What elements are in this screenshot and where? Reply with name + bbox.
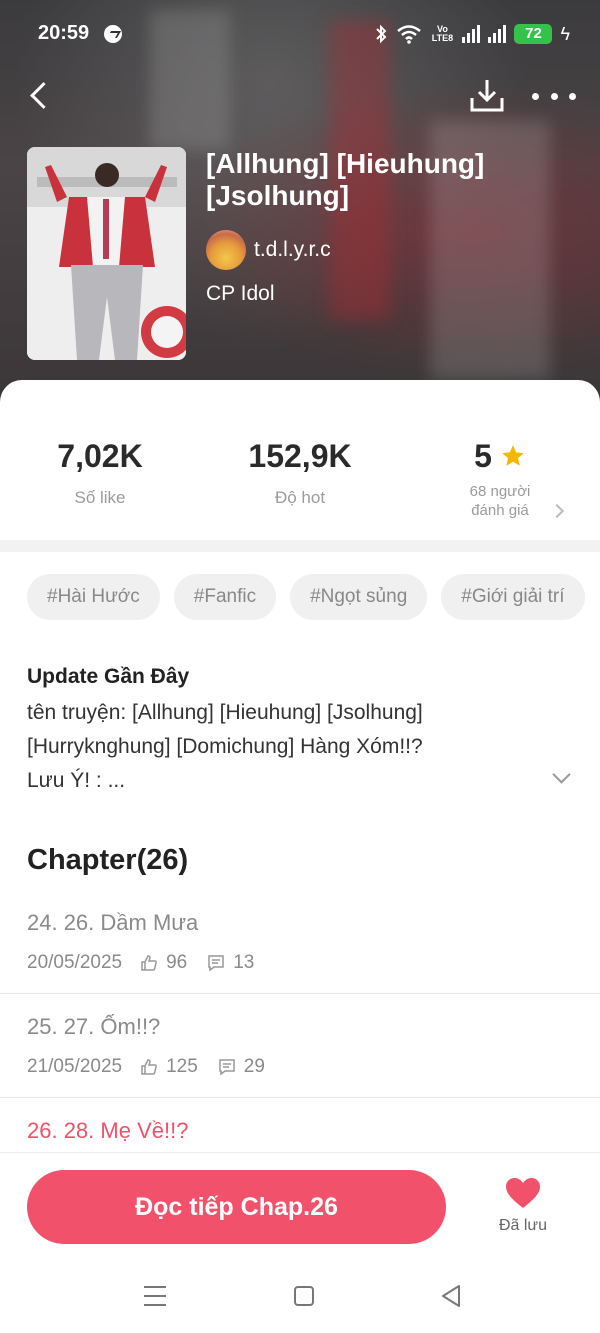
rating-count-line1: 68 người	[469, 483, 531, 500]
chapter-title[interactable]: 26. 28. Mẹ Về!!?	[27, 1118, 188, 1144]
chapter-meta: 21/05/2025 125 29	[27, 1056, 265, 1078]
chapter-comments: 13	[233, 952, 255, 973]
bluetooth-icon	[376, 24, 387, 44]
messenger-icon	[104, 25, 122, 43]
chapter-item[interactable]: 25. 27. Ốm!!? 21/05/2025 125 29	[0, 1014, 600, 1098]
download-icon[interactable]	[468, 76, 506, 116]
stat-likes: 7,02K Số like	[0, 436, 200, 508]
author-name[interactable]: t.d.l.y.r.c	[254, 238, 331, 262]
more-options-button[interactable]	[532, 84, 576, 108]
book-title: [Allhung] [Hieuhung] [Jsolhung] [Hurrykn…	[206, 148, 485, 211]
update-text: tên truyện: [Allhung] [Hieuhung] [Jsolhu…	[27, 696, 577, 798]
hot-value: 152,9K	[248, 438, 352, 474]
rating-value: 5	[474, 438, 492, 474]
star-icon	[502, 445, 524, 466]
heart-icon[interactable]	[505, 1177, 541, 1209]
comment-icon	[219, 1059, 235, 1076]
chapter-meta: 20/05/2025 96 13	[27, 952, 254, 974]
chapter-comments: 29	[243, 1056, 265, 1077]
recent-apps-icon[interactable]	[144, 1286, 166, 1306]
chapter-title[interactable]: 25. 27. Ốm!!?	[27, 1014, 160, 1040]
signal-icon	[462, 25, 481, 43]
update-line: Lưu Ý! : ...	[27, 769, 126, 792]
thumbs-up-icon	[141, 955, 157, 971]
recent-update[interactable]: Update Gần Đây tên truyện: [Allhung] [Hi…	[27, 662, 577, 798]
wifi-icon	[397, 25, 422, 44]
lte-label: Vo LTE8	[431, 24, 454, 43]
row-divider	[0, 993, 600, 994]
signal-icon-2	[488, 25, 507, 43]
bottom-action-bar: Đọc tiếp Chap.26 Đã lưu	[0, 1152, 600, 1272]
row-divider	[0, 1097, 600, 1098]
chapter-likes: 125	[166, 1056, 198, 1077]
book-cover[interactable]	[27, 147, 186, 360]
rating-count-line2: đánh giá	[471, 502, 529, 519]
tag-chip[interactable]: #Hài Hước	[27, 574, 160, 620]
charging-icon: ϟ	[560, 23, 570, 44]
section-divider	[0, 540, 600, 552]
hot-label: Độ hot	[274, 488, 326, 507]
chapter-title[interactable]: 24. 26. Dầm Mưa	[27, 910, 198, 936]
likes-label: Số like	[74, 488, 126, 507]
back-button[interactable]	[24, 78, 60, 114]
update-heading: Update Gần Đây	[27, 665, 190, 688]
saved-label: Đã lưu	[498, 1217, 548, 1234]
status-icons: Vo LTE8 72 ϟ	[374, 20, 570, 48]
stat-rating[interactable]: 5 68 người đánh giá	[400, 436, 600, 520]
stats-row: 7,02K Số like 152,9K Độ hot 5 68 người đ…	[0, 436, 600, 536]
update-line: [Hurryknghung] [Domichung] Hàng Xóm!!?	[27, 735, 423, 758]
status-time: 20:59	[38, 22, 90, 44]
back-triangle-icon[interactable]	[440, 1284, 462, 1308]
system-nav-bar	[0, 1262, 600, 1333]
chapter-likes: 96	[166, 952, 188, 973]
tag-chip[interactable]: #Giới giải trí	[441, 574, 585, 620]
stat-hot: 152,9K Độ hot	[200, 436, 400, 508]
thumbs-up-icon	[141, 1059, 157, 1075]
tag-list: #Hài Hước #Fanfic #Ngọt sủng #Giới giải …	[27, 574, 585, 620]
rating-count-label: 68 người đánh giá	[400, 482, 600, 520]
tag-chip[interactable]: #Ngọt sủng	[290, 574, 428, 620]
tag-chip[interactable]: #Fanfic	[173, 574, 277, 620]
book-category[interactable]: CP Idol	[206, 282, 275, 306]
update-line: tên truyện: [Allhung] [Hieuhung] [Jsolhu…	[27, 701, 423, 724]
likes-value: 7,02K	[57, 438, 143, 474]
chapter-item[interactable]: 24. 26. Dầm Mưa 20/05/2025 96 13	[0, 910, 600, 994]
author-row[interactable]: t.d.l.y.r.c	[206, 230, 331, 270]
chapter-date: 21/05/2025	[27, 1056, 123, 1077]
comment-icon	[208, 955, 224, 972]
continue-reading-button[interactable]: Đọc tiếp Chap.26	[27, 1170, 446, 1244]
battery-indicator: 72	[514, 24, 553, 44]
home-icon[interactable]	[294, 1286, 314, 1306]
chapter-date: 20/05/2025	[27, 952, 123, 973]
chapter-list-heading[interactable]: Chapter(26)	[27, 844, 188, 877]
status-bar: 20:59 Vo LTE8 72 ϟ	[0, 0, 600, 68]
save-button[interactable]: Đã lưu	[498, 1177, 548, 1235]
cover-illustration	[27, 147, 186, 360]
avatar[interactable]	[206, 230, 246, 270]
